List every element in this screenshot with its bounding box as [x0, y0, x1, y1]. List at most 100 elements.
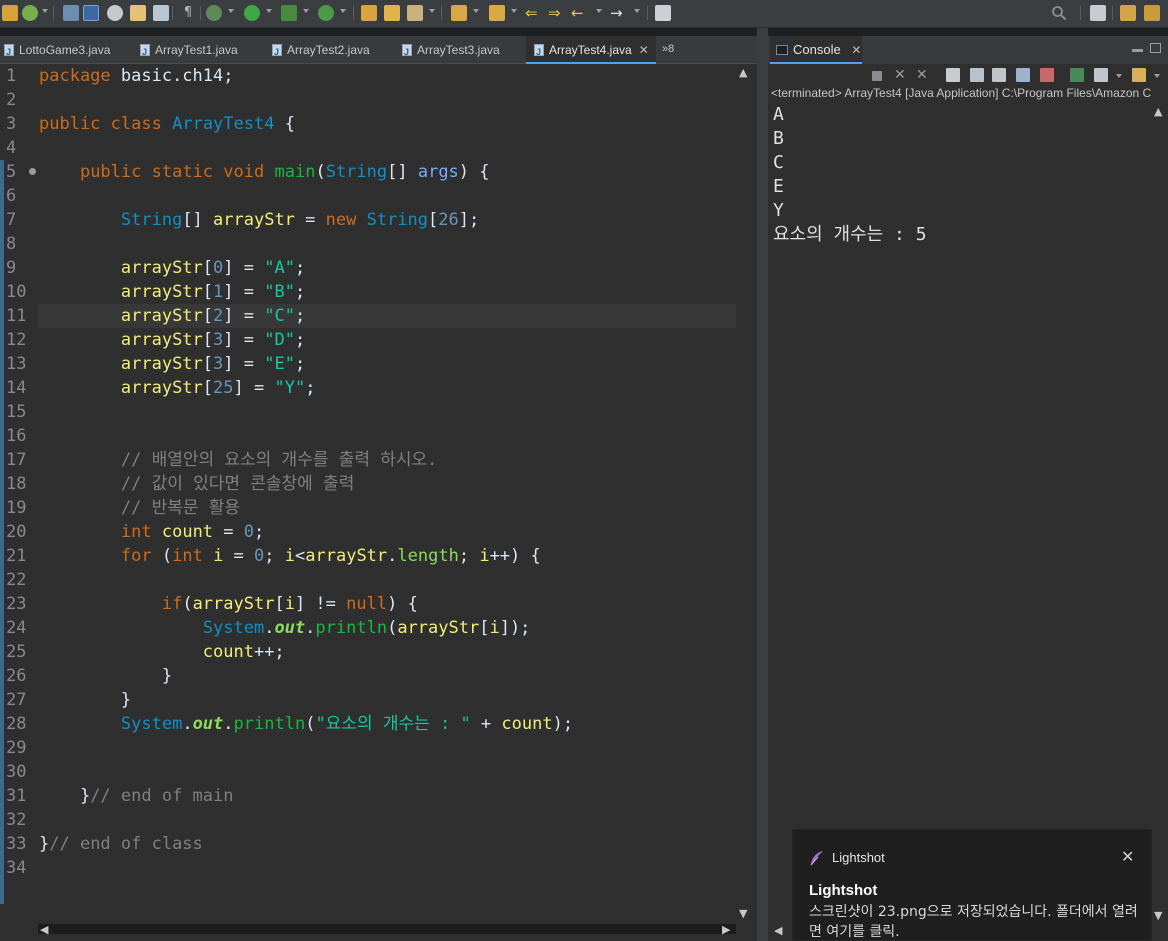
tab-console[interactable]: Console ✕ — [770, 36, 862, 64]
pane-sash[interactable] — [757, 28, 768, 941]
code-token: "Y" — [274, 378, 306, 398]
code-line: // 값이 있다면 콘솔창에 출력 — [39, 472, 354, 496]
scroll-down-icon[interactable]: ▼ — [1154, 910, 1162, 921]
brush-dropdown-icon[interactable] — [429, 9, 435, 13]
code-token: } — [39, 834, 50, 854]
code-token: ; — [254, 522, 265, 542]
open-console-dropdown-icon[interactable] — [1154, 74, 1160, 78]
scroll-up-icon[interactable]: ▲ — [1154, 106, 1162, 117]
open-console-icon[interactable] — [1132, 68, 1146, 82]
page-icon[interactable] — [153, 5, 169, 21]
open-perspective-icon[interactable] — [1090, 5, 1106, 21]
copy-icon[interactable] — [130, 5, 146, 21]
edit-icon[interactable] — [83, 5, 99, 21]
code-line: arrayStr[2] = "C"; — [39, 304, 305, 328]
forward-icon[interactable]: → — [610, 5, 626, 21]
close-tab-icon[interactable]: ✕ — [639, 36, 649, 64]
close-notification-icon[interactable]: ✕ — [1121, 847, 1134, 866]
pilcrow-icon[interactable]: ¶ — [180, 5, 196, 21]
next-edit-icon[interactable]: ⇒ — [548, 5, 564, 21]
pin-console-icon[interactable] — [1070, 68, 1084, 82]
more-tabs-button[interactable]: »8 — [662, 36, 674, 64]
code-token: 0 — [213, 258, 224, 278]
word-wrap-icon[interactable] — [992, 68, 1006, 82]
console-vertical-scrollbar[interactable]: ▲ ▼ — [1151, 104, 1168, 930]
annotation-prev-icon[interactable] — [489, 5, 505, 21]
tab-lottogame3[interactable]: LottoGame3.java — [4, 36, 134, 66]
debug-dropdown-icon[interactable] — [228, 9, 234, 13]
code-editor[interactable]: package basic.ch14; public class ArrayTes… — [38, 64, 736, 920]
fold-toggle-icon[interactable] — [29, 168, 36, 175]
external-tools-dropdown-icon[interactable] — [340, 9, 346, 13]
line-number: 33 — [6, 834, 27, 854]
last-edit-icon[interactable]: ⇐ — [525, 5, 541, 21]
coverage-dropdown-icon[interactable] — [303, 9, 309, 13]
java-ee-perspective-icon[interactable] — [1120, 5, 1136, 21]
search-icon[interactable] — [1051, 5, 1067, 21]
console-output[interactable]: A B C E Y 요소의 개수는 : 5 — [773, 103, 1151, 853]
tab-arraytest2[interactable]: ArrayTest2.java — [272, 36, 396, 66]
code-token: ++; — [253, 642, 285, 662]
code-token: . — [182, 714, 193, 734]
display-console-dropdown-icon[interactable] — [1116, 74, 1122, 78]
clear-console-icon[interactable] — [946, 68, 960, 82]
annotation-next-icon[interactable] — [451, 5, 467, 21]
annotation-next-dropdown-icon[interactable] — [473, 9, 479, 13]
close-console-icon[interactable]: ✕ — [851, 36, 861, 64]
show-on-output-icon[interactable] — [1016, 68, 1030, 82]
scroll-lock-icon[interactable] — [970, 68, 984, 82]
cloud-icon[interactable] — [107, 5, 123, 21]
editor-vertical-scrollbar[interactable]: ▲ ▼ — [736, 64, 754, 928]
open-folder-icon[interactable] — [361, 5, 377, 21]
scroll-down-icon[interactable]: ▼ — [739, 908, 747, 919]
tab-arraytest4[interactable]: ArrayTest4.java ✕ — [526, 36, 656, 66]
run-dropdown-icon[interactable] — [266, 9, 272, 13]
code-token: < — [295, 546, 306, 566]
brush-icon[interactable] — [407, 5, 423, 21]
show-on-error-icon[interactable] — [1040, 68, 1054, 82]
scroll-right-icon[interactable]: ▶ — [722, 924, 730, 935]
back-dropdown-icon[interactable] — [596, 9, 602, 13]
notification-message[interactable]: 스크린샷이 23.png으로 저장되었습니다. 폴더에서 열려면 여기를 클릭. — [809, 902, 1139, 941]
open-type-icon[interactable] — [384, 5, 400, 21]
editor-horizontal-scrollbar[interactable]: ◀ ▶ — [38, 920, 736, 938]
back-icon[interactable]: ← — [571, 5, 587, 21]
java-file-icon — [534, 38, 544, 66]
console-output-line: E — [773, 176, 784, 197]
line-number: 34 — [6, 858, 27, 878]
code-token: [] — [387, 162, 418, 182]
forward-dropdown-icon[interactable] — [634, 9, 640, 13]
debug-icon[interactable] — [206, 5, 222, 21]
tab-label: LottoGame3.java — [19, 43, 111, 57]
scroll-track[interactable] — [38, 924, 736, 934]
run-icon[interactable] — [244, 5, 260, 21]
annotation-prev-dropdown-icon[interactable] — [511, 9, 517, 13]
task-icon[interactable] — [63, 5, 79, 21]
tab-arraytest1[interactable]: ArrayTest1.java — [140, 36, 266, 66]
display-console-icon[interactable] — [1094, 68, 1108, 82]
tab-label: Console — [793, 42, 841, 57]
java-perspective-icon[interactable] — [1144, 5, 1160, 21]
coverage-icon[interactable] — [281, 5, 297, 21]
terminate-icon[interactable] — [872, 71, 882, 81]
scroll-up-icon[interactable]: ▲ — [739, 67, 747, 78]
remove-all-terminated-icon[interactable]: ✕ — [916, 68, 930, 82]
lightshot-notification[interactable]: Lightshot ✕ Lightshot 스크린샷이 23.png으로 저장되… — [792, 829, 1152, 941]
refresh-dropdown-icon[interactable] — [42, 9, 48, 13]
scroll-left-icon[interactable]: ◀ — [40, 924, 48, 935]
console-horizontal-scrollbar[interactable]: ◀ — [768, 920, 794, 940]
external-tools-icon[interactable] — [318, 5, 334, 21]
remove-launch-icon[interactable]: ✕ — [894, 68, 908, 82]
code-token: ] = — [223, 258, 265, 278]
maximize-icon[interactable] — [1150, 43, 1161, 53]
code-token: arrayStr — [305, 546, 388, 566]
refresh-icon[interactable] — [22, 5, 38, 21]
code-line: public static void main(String[] args) { — [39, 160, 490, 184]
new-file-icon[interactable] — [2, 5, 18, 21]
scroll-left-icon[interactable]: ◀ — [774, 925, 782, 936]
pin-editor-icon[interactable] — [655, 5, 671, 21]
tab-arraytest3[interactable]: ArrayTest3.java — [402, 36, 522, 66]
minimize-icon[interactable] — [1132, 49, 1143, 52]
